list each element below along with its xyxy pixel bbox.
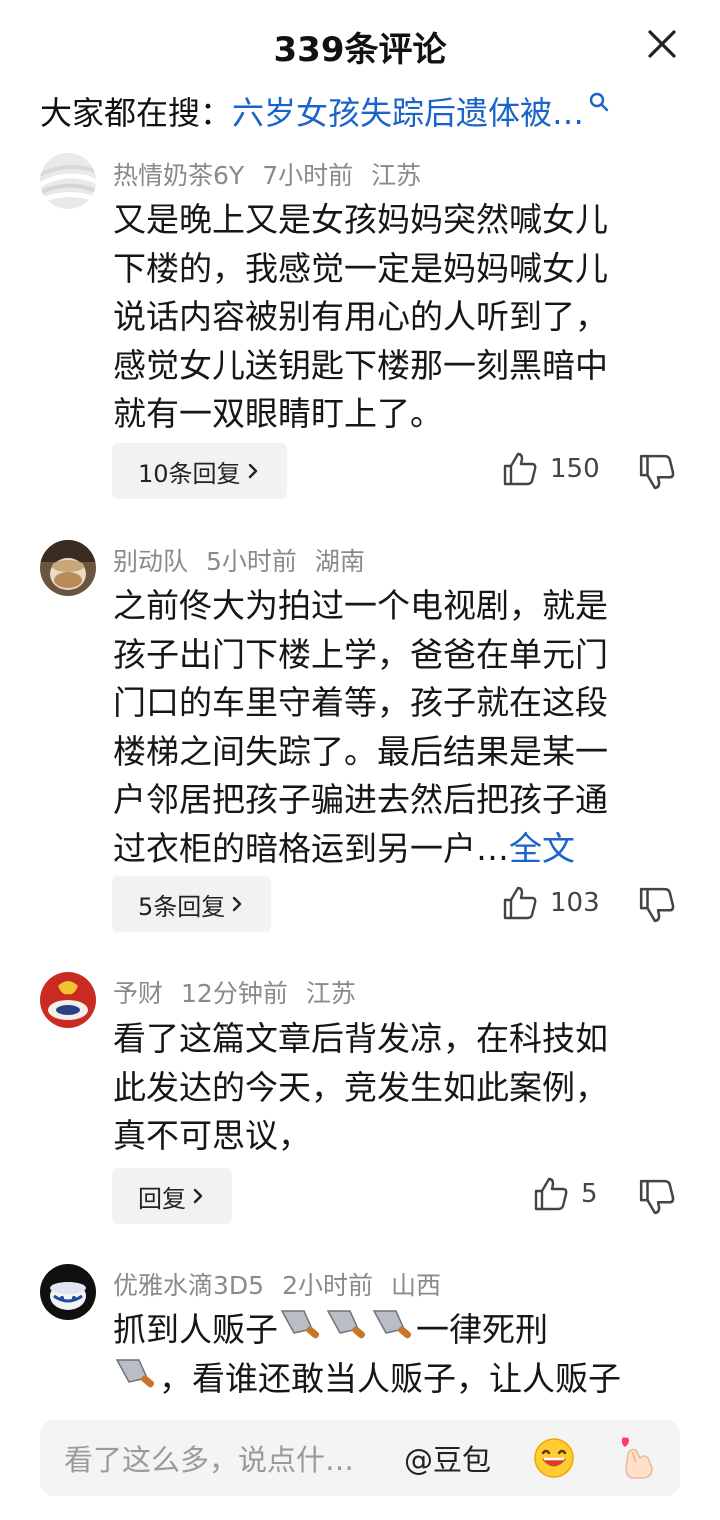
comment-line-text: 一律死刑 bbox=[416, 1310, 548, 1349]
thumbs-up-icon bbox=[534, 1177, 568, 1211]
reply-button[interactable]: 回复 bbox=[112, 1168, 232, 1224]
comment-line-text: ，看谁还敢当人贩子，让人贩子 bbox=[159, 1358, 621, 1398]
comment-line: 又是晚上又是女孩妈妈突然喊女儿 bbox=[113, 200, 608, 239]
thumbs-down-icon[interactable] bbox=[638, 453, 676, 491]
username[interactable]: 热情奶茶6Y bbox=[113, 161, 244, 190]
thumbs-down-icon[interactable] bbox=[638, 1178, 676, 1216]
username[interactable]: 优雅水滴3D5 bbox=[113, 1271, 264, 1300]
location: 江苏 bbox=[305, 979, 356, 1008]
comment-line-text: 过衣柜的暗格运到另一户… bbox=[113, 828, 509, 868]
grinning-emoji-icon[interactable] bbox=[532, 1436, 576, 1480]
comment-line: 看了这篇文章后背发凉，在科技如 bbox=[113, 1019, 608, 1058]
hot-search-prefix: 大家都在搜： bbox=[40, 94, 233, 132]
view-replies-button[interactable]: 10条回复 bbox=[112, 443, 287, 499]
comment-line: 户邻居把孩子骗进去然后把孩子通 bbox=[113, 780, 608, 819]
reply-label: 5条回复 bbox=[138, 892, 226, 921]
chevron-right-icon bbox=[193, 1188, 203, 1204]
like-button[interactable]: 5 bbox=[533, 1176, 598, 1212]
avatar[interactable] bbox=[40, 1264, 96, 1320]
comment-line: 抓到人贩子 一律死刑 bbox=[113, 1306, 693, 1355]
comment-line: 此发达的今天，竞发生如此案例， bbox=[113, 1067, 608, 1107]
comment-line: 过衣柜的暗格运到另一户…全文 bbox=[113, 825, 673, 874]
comment-meta: 优雅水滴3D5 2小时前 山西 bbox=[113, 1266, 459, 1302]
kitchen-knife-emoji bbox=[115, 1358, 155, 1387]
avatar[interactable] bbox=[40, 153, 96, 209]
kitchen-knife-emoji bbox=[280, 1310, 320, 1339]
location: 江苏 bbox=[371, 161, 422, 190]
timestamp: 7小时前 bbox=[262, 161, 354, 190]
finger-heart-icon[interactable] bbox=[614, 1434, 660, 1482]
mention-doubao-button[interactable]: @豆包 bbox=[404, 1437, 491, 1479]
kitchen-knife-emoji bbox=[372, 1310, 412, 1339]
location: 山西 bbox=[390, 1271, 441, 1300]
timestamp: 12分钟前 bbox=[181, 979, 288, 1008]
comment-line: 楼梯之间失踪了。最后结果是某一 bbox=[113, 731, 608, 771]
like-count: 5 bbox=[581, 1179, 598, 1209]
username[interactable]: 予财 bbox=[113, 979, 163, 1008]
like-count: 103 bbox=[550, 888, 600, 918]
comment-meta: 热情奶茶6Y 7小时前 江苏 bbox=[113, 156, 439, 192]
comment-text: 看了这篇文章后背发凉，在科技如 此发达的今天，竞发生如此案例， 真不可思议， bbox=[113, 1015, 673, 1161]
comment-input[interactable]: 看了这么多，说点什… bbox=[64, 1437, 384, 1479]
comment-line: 说话内容被别有用心的人听到了， bbox=[113, 297, 608, 336]
thumbs-down-icon[interactable] bbox=[638, 886, 676, 924]
like-button[interactable]: 103 bbox=[502, 885, 600, 921]
comment-line: ，看谁还敢当人贩子，让人贩子 bbox=[113, 1355, 693, 1404]
avatar[interactable] bbox=[40, 540, 96, 596]
like-count: 150 bbox=[550, 454, 600, 484]
comment-meta: 别动队 5小时前 湖南 bbox=[113, 542, 383, 578]
comment-line: 之前佟大为拍过一个电视剧，就是 bbox=[113, 586, 608, 625]
comment-meta: 予财 12分钟前 江苏 bbox=[113, 974, 374, 1010]
chevron-right-icon bbox=[248, 463, 257, 479]
reply-label: 回复 bbox=[138, 1184, 186, 1213]
comment-text: 抓到人贩子 一律死刑 ，看谁还敢当人贩子，让人贩子 bbox=[113, 1306, 693, 1403]
kitchen-knife-emoji bbox=[326, 1310, 366, 1339]
username[interactable]: 别动队 bbox=[113, 547, 188, 576]
comment-text: 之前佟大为拍过一个电视剧，就是 孩子出门下楼上学，爸爸在单元门 门口的车里守着等… bbox=[113, 582, 673, 873]
expand-full-text-link[interactable]: 全文 bbox=[509, 829, 575, 868]
chevron-right-icon bbox=[233, 896, 242, 912]
hot-search-row[interactable]: 大家都在搜： 六岁女孩失踪后遗体被… bbox=[40, 88, 680, 134]
hot-search-link[interactable]: 六岁女孩失踪后遗体被… bbox=[232, 88, 584, 134]
page-title: 339条评论 bbox=[273, 30, 447, 70]
reply-label: 10条回复 bbox=[138, 459, 241, 488]
comment-line-text: 抓到人贩子 bbox=[113, 1310, 278, 1349]
comments-header: 339条评论 bbox=[0, 0, 720, 88]
comment-line: 下楼的，我感觉一定是妈妈喊女儿 bbox=[113, 248, 608, 288]
timestamp: 5小时前 bbox=[206, 547, 297, 576]
location: 湖南 bbox=[314, 547, 365, 576]
comment-text: 又是晚上又是女孩妈妈突然喊女儿 下楼的，我感觉一定是妈妈喊女儿 说话内容被别有用… bbox=[113, 196, 673, 439]
timestamp: 2小时前 bbox=[282, 1271, 373, 1300]
avatar[interactable] bbox=[40, 972, 96, 1028]
comment-input-bar: 看了这么多，说点什… @豆包 bbox=[40, 1420, 680, 1496]
comment-line: 真不可思议， bbox=[113, 1116, 311, 1155]
thumbs-up-icon bbox=[503, 452, 537, 486]
search-icon bbox=[589, 92, 609, 112]
like-button[interactable]: 150 bbox=[502, 451, 600, 487]
view-replies-button[interactable]: 5条回复 bbox=[112, 876, 272, 932]
comment-line: 孩子出门下楼上学，爸爸在单元门 bbox=[113, 634, 608, 674]
comment-line: 感觉女儿送钥匙下楼那一刻黑暗中 bbox=[113, 345, 608, 385]
comment-line: 就有一双眼睛盯上了。 bbox=[113, 394, 443, 433]
thumbs-up-icon bbox=[503, 886, 537, 920]
close-icon[interactable] bbox=[644, 26, 680, 62]
comment-line: 门口的车里守着等，孩子就在这段 bbox=[113, 683, 608, 722]
